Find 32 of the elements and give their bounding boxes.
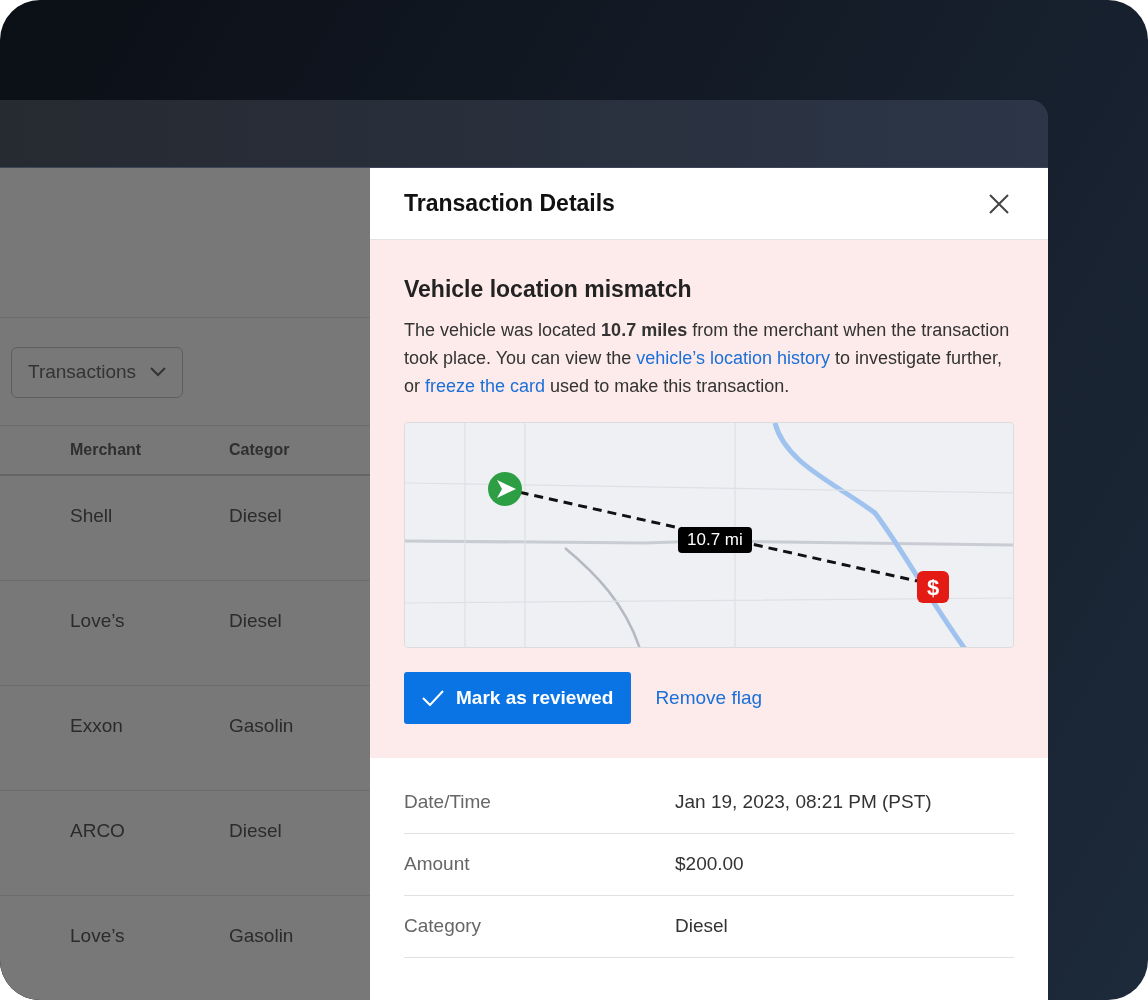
table-cell-text: Shell — [69, 503, 114, 528]
detail-label: Amount — [404, 852, 471, 877]
remove-flag-link[interactable]: Remove flag — [655, 683, 763, 713]
alert-heading: Vehicle location mismatch — [404, 276, 693, 304]
mark-reviewed-button[interactable]: Mark as reviewed — [404, 671, 632, 725]
inline-link[interactable]: freeze the card — [425, 375, 546, 396]
vehicle-marker-icon — [488, 471, 522, 506]
table-cell-text: ARCO — [69, 818, 126, 843]
drawer-title: Transaction Details — [404, 189, 615, 218]
inline-link[interactable]: vehicle’s location history — [636, 347, 830, 368]
table-cell-text: Diesel — [229, 608, 283, 633]
table-cell-text: Gasolin — [229, 923, 295, 948]
table-cell-text: Love’s — [69, 923, 126, 948]
table-cell-text: Gasolin — [229, 713, 295, 738]
checkmark-icon — [422, 689, 444, 706]
detail-value: Jan 19, 2023, 08:21 PM (PST) — [675, 790, 932, 815]
transactions-dropdown[interactable]: Transactions — [11, 347, 184, 398]
merchant-marker-icon: $ — [917, 570, 949, 603]
close-icon — [988, 192, 1010, 215]
column-header: Merchant — [69, 439, 143, 460]
alert-message: The vehicle was located 10.7 miles from the merchant when the transaction took place. You can view the vehicle’s location history to investigate further, or freeze the card used to make this transaction. — [404, 318, 1011, 398]
detail-value: $200.00 — [675, 852, 744, 877]
table-cell-text: Love’s — [69, 608, 126, 633]
column-header: Categor — [229, 439, 291, 460]
table-cell-text: Exxon — [69, 713, 124, 738]
detail-label: Category — [404, 914, 483, 939]
chevron-down-icon — [150, 367, 167, 378]
table-cell-text: Diesel — [229, 503, 283, 528]
detail-label: Date/Time — [404, 790, 492, 815]
distance-label: 10.7 mi — [678, 526, 752, 553]
detail-value: Diesel — [675, 914, 728, 939]
table-cell-text: Diesel — [229, 818, 283, 843]
